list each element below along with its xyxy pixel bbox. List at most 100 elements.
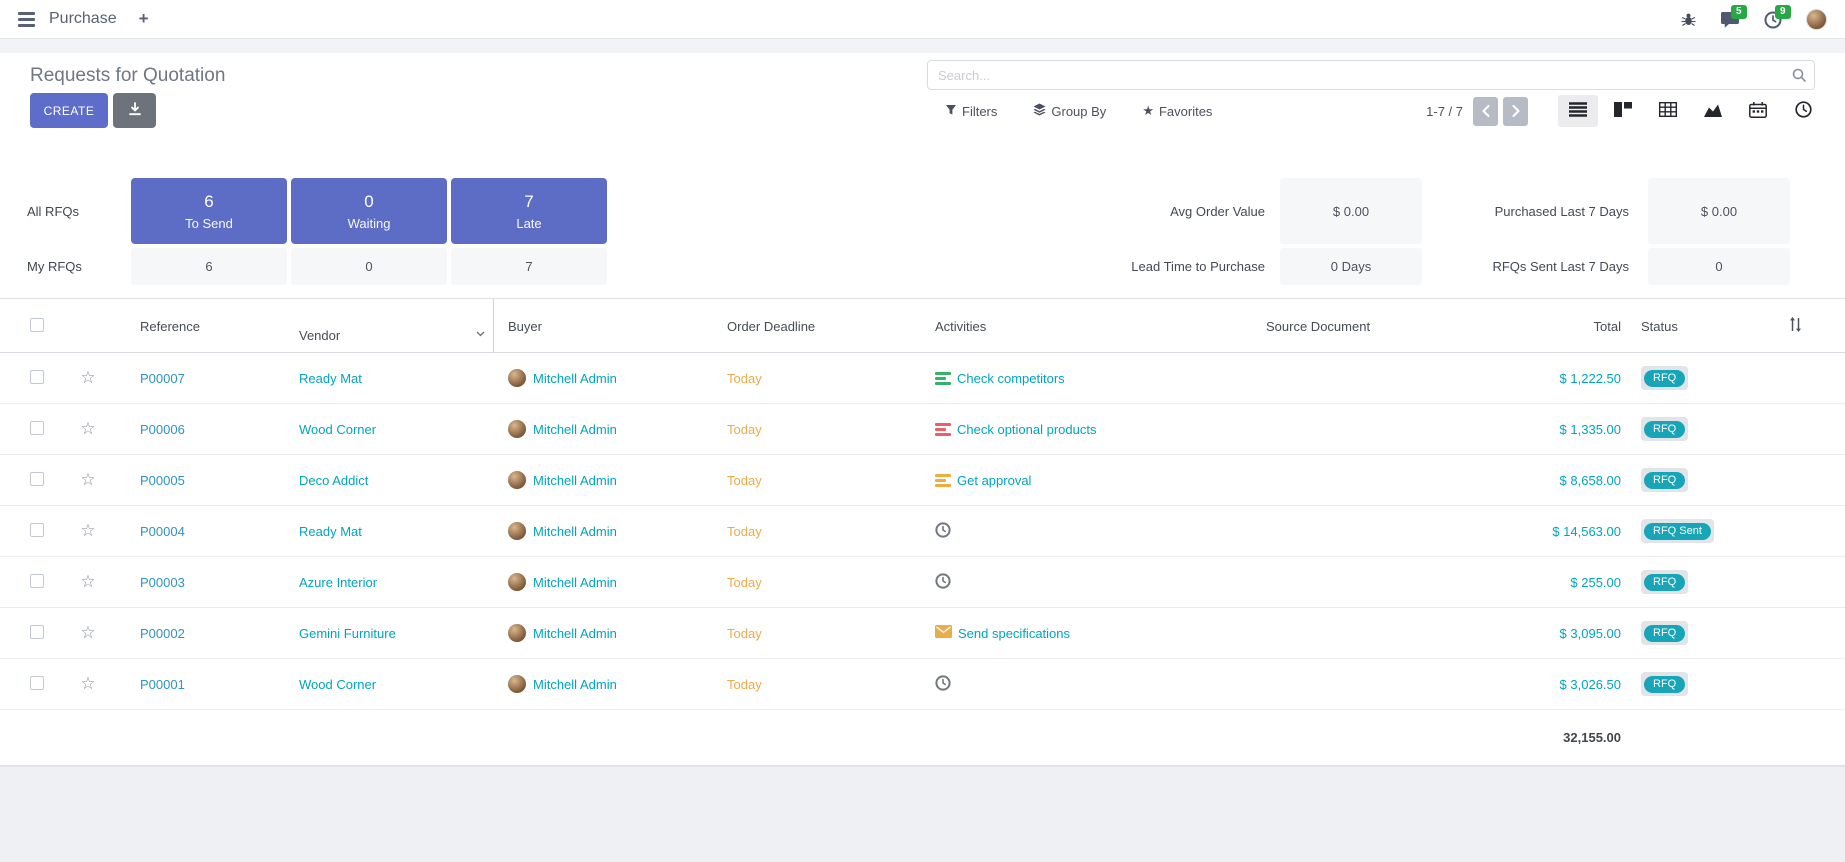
- status-badge: RFQ: [1641, 417, 1688, 441]
- kpi-my-to-send[interactable]: 6: [131, 248, 287, 285]
- buyer-cell[interactable]: Mitchell Admin: [494, 573, 712, 591]
- debug-bug-icon[interactable]: [1681, 12, 1696, 27]
- star-icon[interactable]: ☆: [80, 368, 95, 387]
- star-icon[interactable]: ☆: [80, 674, 95, 693]
- kpi-my-waiting[interactable]: 0: [291, 248, 447, 285]
- reference-link[interactable]: P00006: [114, 422, 284, 437]
- pivot-view-button[interactable]: [1648, 95, 1688, 127]
- grand-total: 32,155.00: [1523, 730, 1623, 745]
- row-checkbox[interactable]: [30, 676, 44, 690]
- table-header: Reference Vendor Buyer Order Deadline Ac…: [0, 299, 1845, 353]
- pager-previous-button[interactable]: [1473, 97, 1498, 126]
- header-activities[interactable]: Activities: [921, 319, 1251, 334]
- group-by-button[interactable]: Group By: [1033, 103, 1106, 119]
- header-status[interactable]: Status: [1623, 319, 1775, 334]
- messages-count-badge: 5: [1731, 5, 1747, 19]
- row-checkbox[interactable]: [30, 370, 44, 384]
- buyer-cell[interactable]: Mitchell Admin: [494, 420, 712, 438]
- activity-cell[interactable]: [921, 522, 1251, 541]
- app-name[interactable]: Purchase: [49, 10, 117, 28]
- vendor-link[interactable]: Ready Mat: [284, 371, 494, 386]
- order-deadline: Today: [712, 524, 921, 539]
- header-source-document[interactable]: Source Document: [1251, 319, 1523, 334]
- search-input[interactable]: [927, 60, 1815, 90]
- filters-button[interactable]: Filters: [945, 104, 997, 119]
- kanban-view-button[interactable]: [1603, 95, 1643, 127]
- table-row[interactable]: ☆ P00001 Wood Corner Mitchell Admin Toda…: [0, 659, 1845, 710]
- activity-view-button[interactable]: [1783, 95, 1823, 127]
- buyer-cell[interactable]: Mitchell Admin: [494, 369, 712, 387]
- reference-link[interactable]: P00001: [114, 677, 284, 692]
- avatar: [508, 522, 526, 540]
- graph-view-button[interactable]: [1693, 95, 1733, 127]
- table-row[interactable]: ☆ P00004 Ready Mat Mitchell Admin Today …: [0, 506, 1845, 557]
- kpi-card-late[interactable]: 7 Late: [451, 178, 607, 244]
- kpi-card-to-send[interactable]: 6 To Send: [131, 178, 287, 244]
- reference-link[interactable]: P00004: [114, 524, 284, 539]
- star-icon[interactable]: ☆: [80, 572, 95, 591]
- vendor-link[interactable]: Wood Corner: [284, 422, 494, 437]
- vendor-link[interactable]: Ready Mat: [284, 524, 494, 539]
- pager-next-button[interactable]: [1503, 97, 1528, 126]
- buyer-cell[interactable]: Mitchell Admin: [494, 675, 712, 693]
- export-button[interactable]: [113, 93, 156, 128]
- vendor-link[interactable]: Deco Addict: [284, 473, 494, 488]
- activity-cell[interactable]: Get approval: [921, 473, 1251, 488]
- search-icon[interactable]: [1791, 67, 1807, 86]
- row-checkbox[interactable]: [30, 574, 44, 588]
- list-view-button[interactable]: [1558, 95, 1598, 127]
- apps-menu-icon[interactable]: [18, 12, 35, 27]
- reference-link[interactable]: P00002: [114, 626, 284, 641]
- activity-cell[interactable]: Check optional products: [921, 422, 1251, 437]
- filter-all-rfqs[interactable]: All RFQs: [27, 178, 79, 244]
- table-row[interactable]: ☆ P00003 Azure Interior Mitchell Admin T…: [0, 557, 1845, 608]
- header-buyer[interactable]: Buyer: [494, 319, 712, 334]
- activity-cell[interactable]: Check competitors: [921, 371, 1251, 386]
- row-checkbox[interactable]: [30, 472, 44, 486]
- table-row[interactable]: ☆ P00007 Ready Mat Mitchell Admin Today …: [0, 353, 1845, 404]
- select-all-checkbox[interactable]: [30, 318, 44, 332]
- table-row[interactable]: ☆ P00002 Gemini Furniture Mitchell Admin…: [0, 608, 1845, 659]
- star-icon[interactable]: ☆: [80, 419, 95, 438]
- user-avatar[interactable]: [1806, 9, 1827, 30]
- star-icon[interactable]: ☆: [80, 623, 95, 642]
- activity-cell[interactable]: Send specifications: [921, 625, 1251, 641]
- header-reference[interactable]: Reference: [114, 319, 284, 334]
- row-checkbox[interactable]: [30, 625, 44, 639]
- favorites-button[interactable]: ★ Favorites: [1142, 103, 1212, 119]
- activities-clock-icon[interactable]: 9: [1764, 11, 1782, 29]
- star-icon[interactable]: ☆: [80, 521, 95, 540]
- plus-icon[interactable]: +: [139, 9, 149, 29]
- activity-cell[interactable]: [921, 573, 1251, 592]
- table-row[interactable]: ☆ P00005 Deco Addict Mitchell Admin Toda…: [0, 455, 1845, 506]
- header-total[interactable]: Total: [1523, 319, 1623, 334]
- reference-link[interactable]: P00007: [114, 371, 284, 386]
- star-icon[interactable]: ☆: [80, 470, 95, 489]
- messages-icon[interactable]: 5: [1720, 11, 1740, 28]
- reference-link[interactable]: P00003: [114, 575, 284, 590]
- pager-range: 1-7 / 7: [1426, 104, 1463, 119]
- header-order-deadline[interactable]: Order Deadline: [712, 319, 921, 334]
- table-row[interactable]: ☆ P00006 Wood Corner Mitchell Admin Toda…: [0, 404, 1845, 455]
- reference-link[interactable]: P00005: [114, 473, 284, 488]
- buyer-cell[interactable]: Mitchell Admin: [494, 522, 712, 540]
- activity-cell[interactable]: [921, 675, 1251, 694]
- buyer-cell[interactable]: Mitchell Admin: [494, 624, 712, 642]
- header-vendor[interactable]: Vendor: [284, 299, 494, 353]
- filter-my-rfqs[interactable]: My RFQs: [27, 248, 82, 285]
- activity-view-icon: [1795, 101, 1812, 121]
- metric-label-avg-order-value: Avg Order Value: [1080, 204, 1265, 219]
- calendar-view-button[interactable]: [1738, 95, 1778, 127]
- buyer-cell[interactable]: Mitchell Admin: [494, 471, 712, 489]
- vendor-link[interactable]: Gemini Furniture: [284, 626, 494, 641]
- row-checkbox[interactable]: [30, 523, 44, 537]
- activity-clock-icon: [935, 573, 951, 592]
- row-checkbox[interactable]: [30, 421, 44, 435]
- buyer-name: Mitchell Admin: [533, 677, 617, 692]
- vendor-link[interactable]: Azure Interior: [284, 575, 494, 590]
- kpi-card-waiting[interactable]: 0 Waiting: [291, 178, 447, 244]
- vendor-link[interactable]: Wood Corner: [284, 677, 494, 692]
- kpi-my-late[interactable]: 7: [451, 248, 607, 285]
- optional-columns-icon[interactable]: [1788, 317, 1803, 335]
- create-button[interactable]: CREATE: [30, 93, 108, 128]
